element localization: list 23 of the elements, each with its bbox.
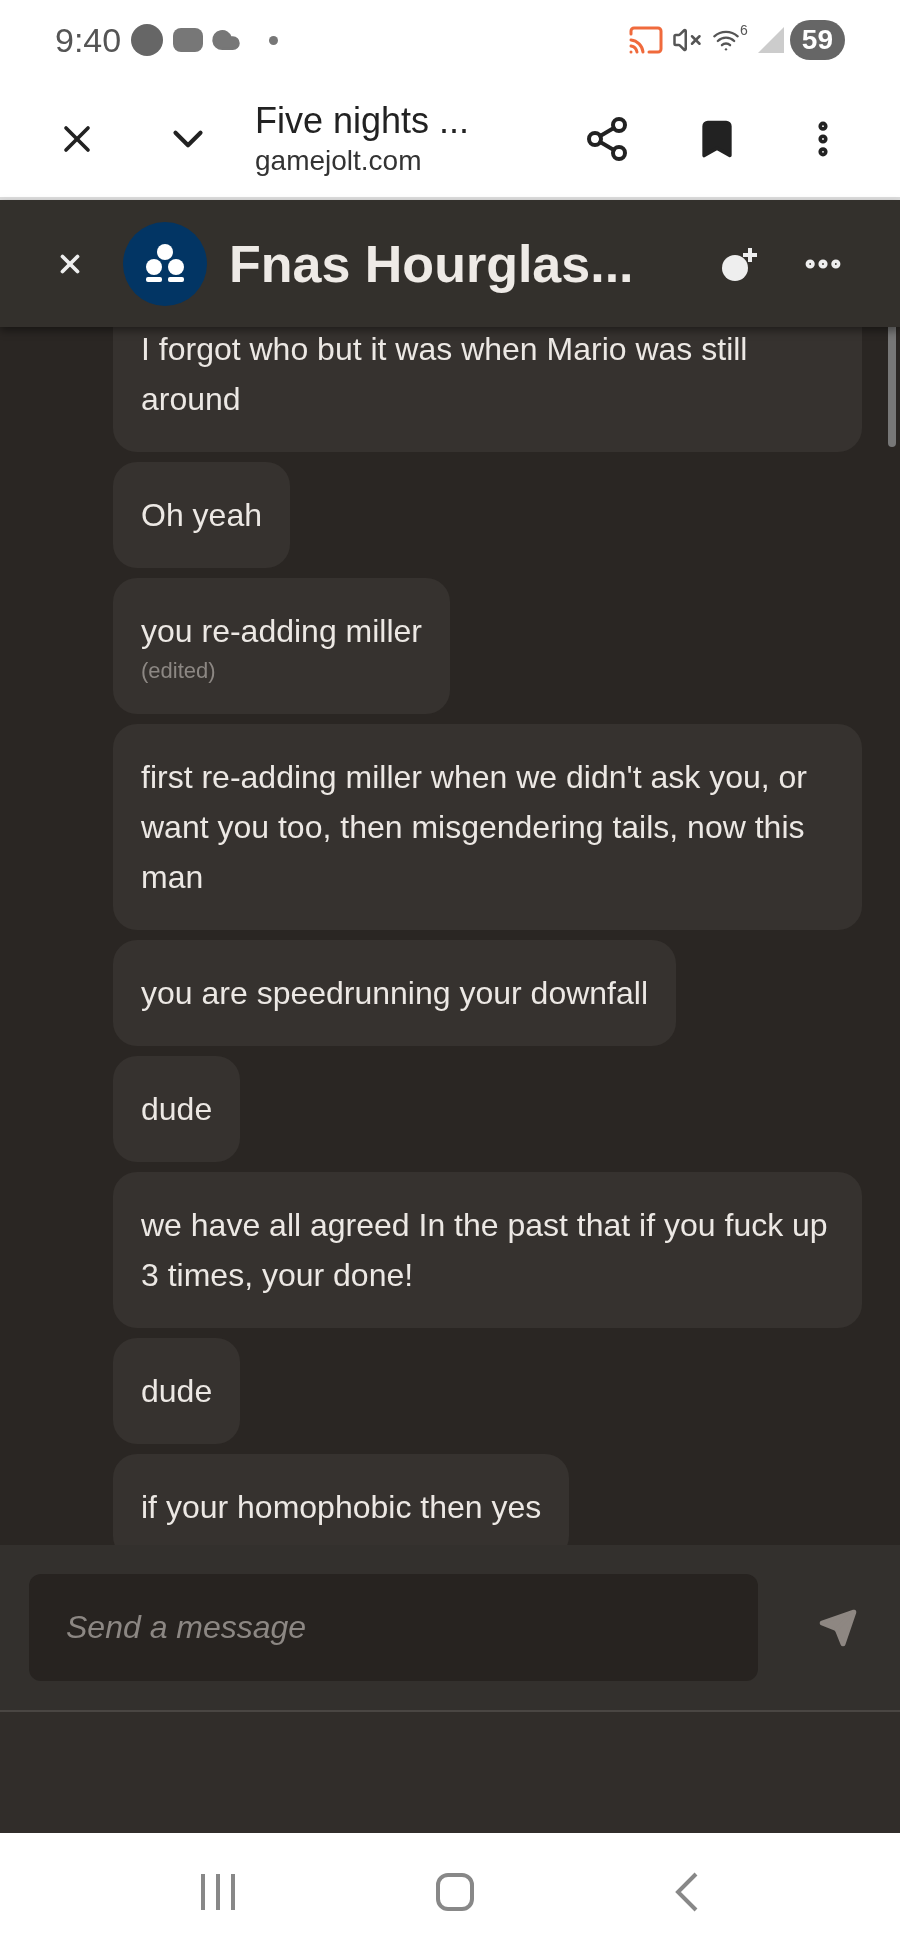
page-url: gamejolt.com xyxy=(255,143,423,178)
message-text: you re-adding miller xyxy=(141,612,422,651)
message-field[interactable]: Send a message xyxy=(29,1574,758,1681)
home-icon[interactable] xyxy=(436,1872,474,1911)
message-text: dude xyxy=(141,1090,213,1129)
group-avatar-icon xyxy=(123,221,207,306)
message-text: we have all agreed In the past that if you fuck up 3 times, your done! xyxy=(141,1206,829,1295)
message-text: if your homophobic then yes xyxy=(141,1488,542,1527)
clock: 9:40 xyxy=(55,19,122,61)
message-text: first re-adding miller when we didn't ask you, or want you too, then misgendering tails, now this man xyxy=(141,758,808,897)
wifi-label: 6 xyxy=(740,21,748,40)
message-text: dude xyxy=(141,1372,213,1411)
battery: 59 xyxy=(789,20,845,60)
message-text: I forgot who but it was when Mario was still around xyxy=(141,330,749,419)
page-title: Five nights ... xyxy=(255,98,470,143)
message-text: you are speedrunning your downfall xyxy=(141,974,648,1013)
recent-apps-icon[interactable] xyxy=(200,1871,236,1912)
edited-label: (edited) xyxy=(141,657,217,685)
send-icon[interactable] xyxy=(818,1607,858,1648)
back-icon[interactable] xyxy=(674,1871,700,1912)
message-text: Oh yeah xyxy=(141,496,262,535)
signal-icon xyxy=(757,27,784,53)
chat-title: Fnas Hourglas... xyxy=(229,233,634,295)
